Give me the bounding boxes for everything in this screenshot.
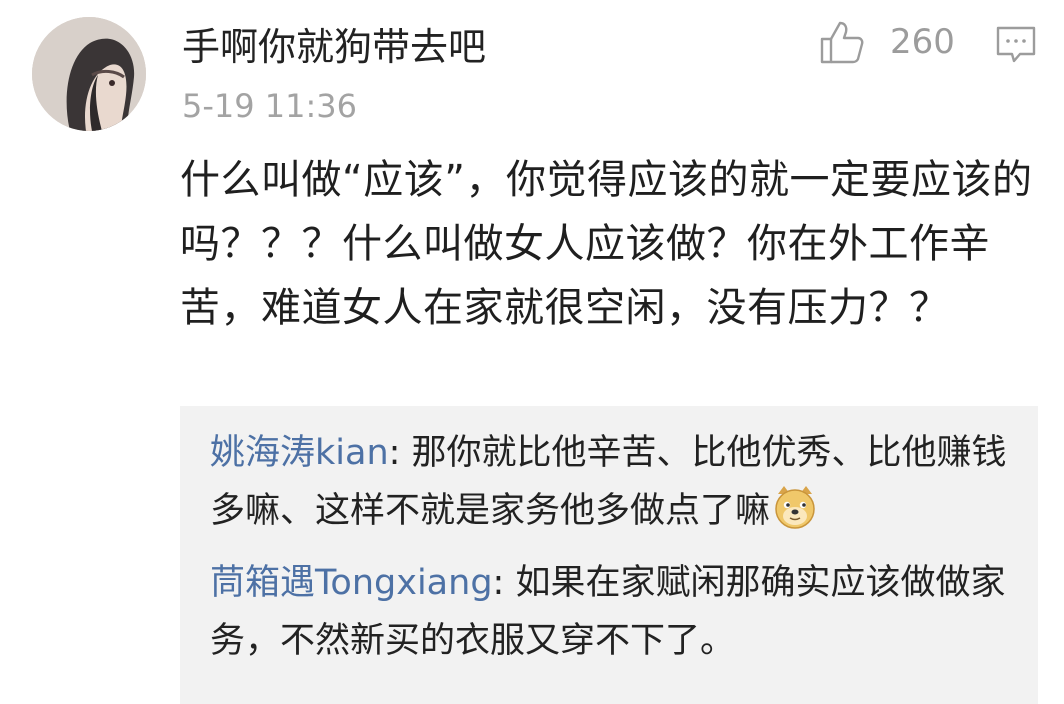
comment-icon[interactable] [995,24,1037,66]
like-count: 260 [890,22,955,62]
reply-separator: : [388,433,401,473]
avatar[interactable] [32,17,146,131]
reply-item: 茼箱遇Tongxiang: 如果在家赋闲那确实应该做做家务，不然新买的衣服又穿不… [210,554,1008,670]
doge-emoji-icon [775,486,815,529]
comment-username[interactable]: 手啊你就狗带去吧 [182,24,486,70]
reply-item: 姚海涛kian: 那你就比他辛苦、比他优秀、比他赚钱多嘛、这样不就是家务他多做点… [210,424,1008,540]
comment-timestamp: 5-19 11:36 [182,87,358,125]
thumbs-up-icon[interactable] [818,18,866,66]
reply-username[interactable]: 茼箱遇Tongxiang [210,563,493,603]
reply-separator: : [492,563,505,603]
reply-username[interactable]: 姚海涛kian [210,433,389,473]
comment-card: 手啊你就狗带去吧 5-19 11:36 260 什么叫做“应该”，你觉得应该的就… [0,0,1064,704]
like-button[interactable]: 260 [818,18,955,66]
comment-body: 什么叫做“应该”，你觉得应该的就一定要应该的吗？？？什么叫做女人应该做？你在外工… [180,157,1033,331]
reply-button[interactable] [995,24,1037,66]
reply-thread: 姚海涛kian: 那你就比他辛苦、比他优秀、比他赚钱多嘛、这样不就是家务他多做点… [180,406,1038,704]
avatar-image [32,17,146,131]
